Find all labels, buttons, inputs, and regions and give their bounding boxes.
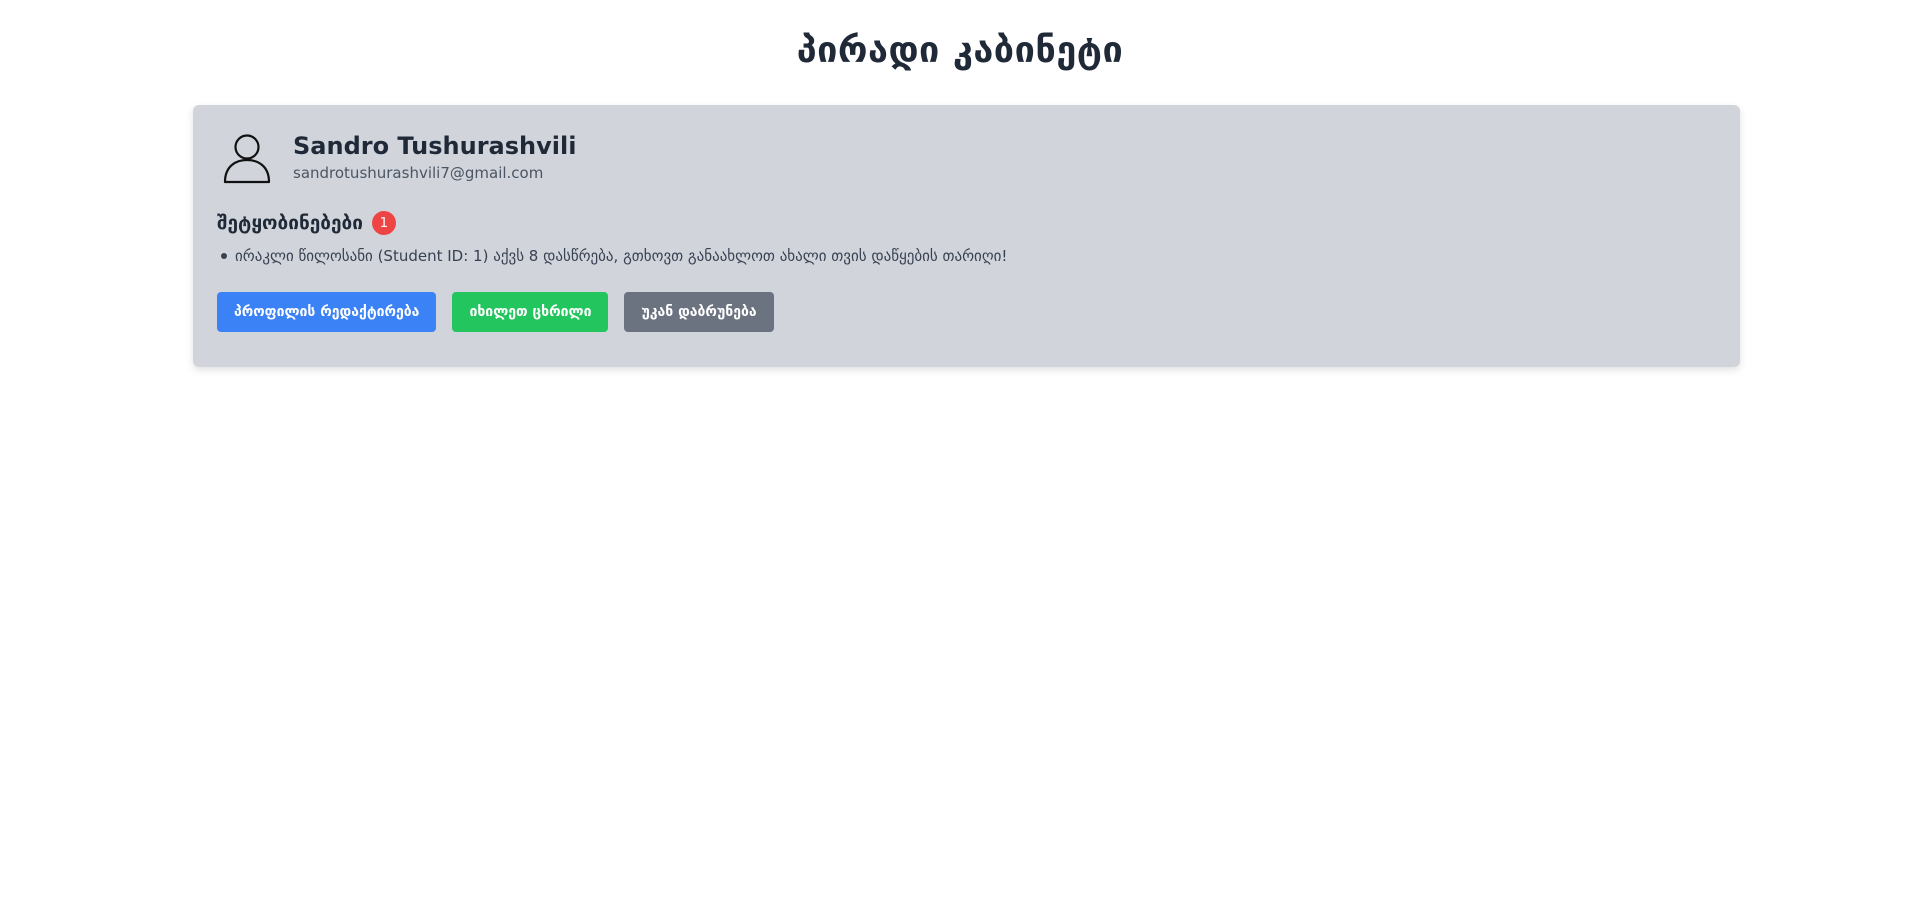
user-info: Sandro Tushurashvili sandrotushurashvili… — [293, 132, 576, 184]
bullet-icon — [221, 253, 227, 259]
notifications-title: შეტყობინებები — [217, 212, 363, 234]
back-button[interactable]: უკან დაბრუნება — [624, 292, 774, 332]
page: პირადი კაბინეტი Sandro Tushurashvili san… — [0, 0, 1920, 899]
notifications-header: შეტყობინებები 1 — [217, 209, 1716, 237]
notifications-list: ირაკლი წილოსანი (Student ID: 1) აქვს 8 დ… — [217, 245, 1716, 267]
edit-profile-button[interactable]: პროფილის რედაქტირება — [217, 292, 437, 332]
notification-item: ირაკლი წილოსანი (Student ID: 1) აქვს 8 დ… — [217, 245, 1716, 267]
user-email: sandrotushurashvili7@gmail.com — [293, 164, 544, 182]
profile-header: Sandro Tushurashvili sandrotushurashvili… — [217, 129, 1716, 187]
notification-count-badge: 1 — [371, 211, 396, 235]
action-buttons: პროფილის რედაქტირება იხილეთ ცხრილი უკან … — [217, 292, 1716, 332]
user-avatar-icon — [219, 130, 275, 186]
user-name: Sandro Tushurashvili — [293, 132, 577, 160]
profile-card: Sandro Tushurashvili sandrotushurashvili… — [193, 105, 1740, 367]
notification-text: ირაკლი წილოსანი (Student ID: 1) აქვს 8 დ… — [235, 247, 1008, 265]
view-table-button[interactable]: იხილეთ ცხრილი — [452, 292, 609, 332]
page-title: პირადი კაბინეტი — [796, 30, 1124, 71]
